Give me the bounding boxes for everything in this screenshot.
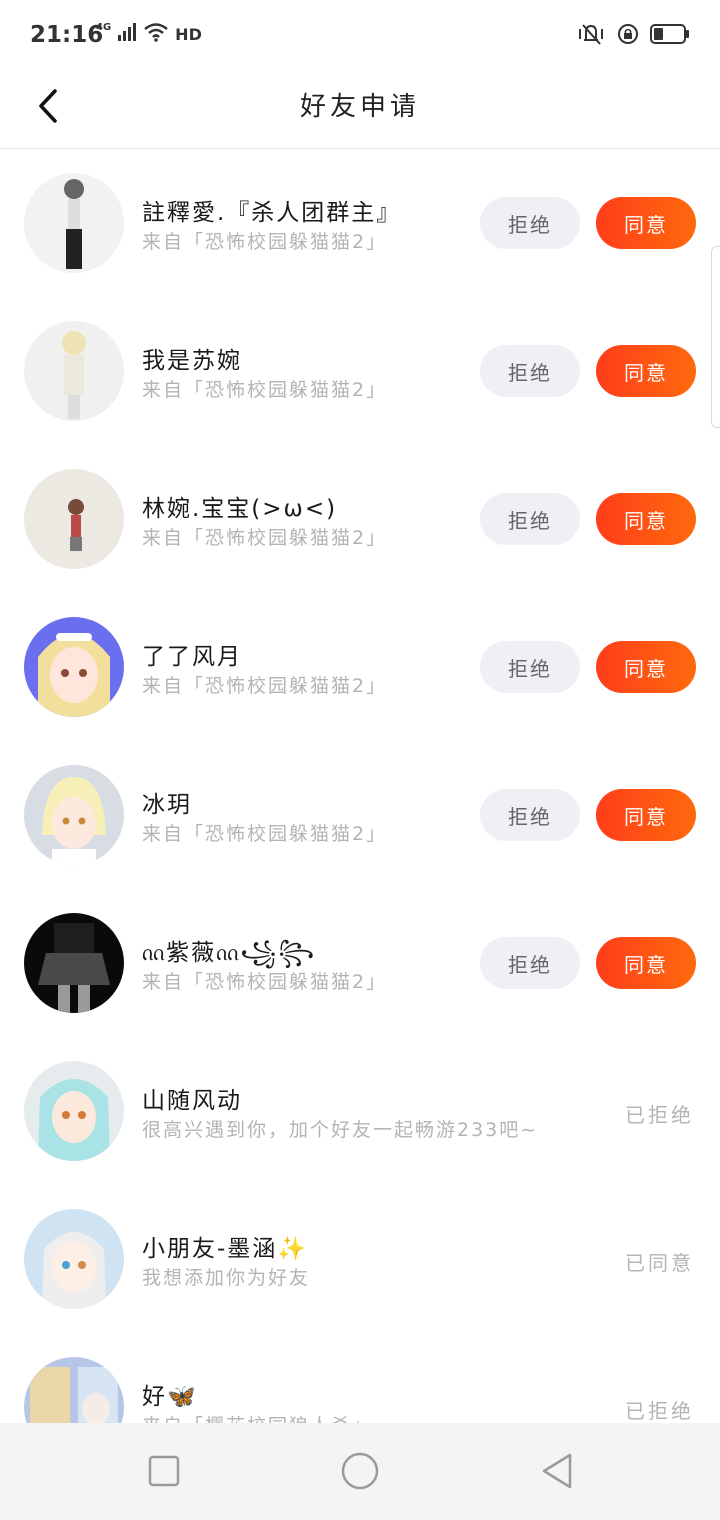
recent-apps-icon [147, 1454, 181, 1492]
friend-request-row: 山随风动 很高兴遇到你，加个好友一起畅游233吧~ 已拒绝 [0, 1037, 720, 1185]
avatar[interactable] [24, 617, 124, 717]
avatar[interactable] [24, 1209, 124, 1309]
requester-name: 好🦋 [142, 1384, 198, 1410]
friend-request-row: 林婉.宝宝(>ω<) 来自「恐怖校园躲猫猫2」 拒绝 同意 [0, 445, 720, 593]
request-source: 来自「恐怖校园躲猫猫2」 [142, 527, 388, 549]
home-button[interactable] [338, 1451, 382, 1495]
scroll-handle[interactable] [711, 246, 720, 428]
avatar[interactable] [24, 1061, 124, 1161]
reject-button[interactable]: 拒绝 [480, 641, 580, 693]
friend-request-row: 好🦋 来自「樱花校园狼人杀」 已拒绝 [0, 1333, 720, 1423]
request-source: 来自「恐怖校园躲猫猫2」 [142, 971, 388, 993]
requester-name: 註釋愛.『杀人团群主』 [142, 200, 402, 226]
accept-button[interactable]: 同意 [596, 345, 696, 397]
accept-button[interactable]: 同意 [596, 197, 696, 249]
requester-name: 冰玥 [142, 792, 192, 818]
friend-request-row: ᦶ紫薇ᦶ꧁꧂ 来自「恐怖校园躲猫猫2」 拒绝 同意 [0, 889, 720, 1037]
friend-request-row: 我是苏婉 来自「恐怖校园躲猫猫2」 拒绝 同意 [0, 297, 720, 445]
request-source: 来自「恐怖校园躲猫猫2」 [142, 823, 388, 845]
accept-button[interactable]: 同意 [596, 493, 696, 545]
status-time: 21:16 [30, 22, 104, 48]
system-nav-bar [0, 1423, 720, 1520]
battery-icon [650, 23, 690, 49]
back-triangle-icon [538, 1451, 574, 1495]
recent-apps-button[interactable] [142, 1451, 186, 1495]
avatar[interactable] [24, 913, 124, 1013]
friend-request-row: 冰玥 来自「恐怖校园躲猫猫2」 拒绝 同意 [0, 741, 720, 889]
avatar[interactable] [24, 469, 124, 569]
network-type-label: 4G [96, 21, 112, 33]
request-message: 很高兴遇到你，加个好友一起畅游233吧~ [142, 1119, 539, 1141]
requester-name: 我是苏婉 [142, 348, 242, 374]
friend-request-row: 小朋友-墨涵✨ 我想添加你为好友 已同意 [0, 1185, 720, 1333]
requester-name: 了了风月 [142, 644, 242, 670]
hd-icon: HD [175, 24, 202, 44]
request-status: 已同意 [625, 1251, 694, 1275]
request-source: 来自「恐怖校园躲猫猫2」 [142, 231, 388, 253]
friend-request-list[interactable]: 註釋愛.『杀人团群主』 来自「恐怖校园躲猫猫2」 拒绝 同意 我是苏婉 来自「恐… [0, 149, 720, 1423]
avatar[interactable] [24, 1357, 124, 1423]
home-icon [340, 1451, 380, 1495]
request-message: 我想添加你为好友 [142, 1267, 311, 1289]
page-title: 好友申请 [299, 92, 420, 122]
reject-button[interactable]: 拒绝 [480, 197, 580, 249]
accept-button[interactable]: 同意 [596, 937, 696, 989]
friend-request-row: 了了风月 来自「恐怖校园躲猫猫2」 拒绝 同意 [0, 593, 720, 741]
reject-button[interactable]: 拒绝 [480, 937, 580, 989]
avatar[interactable] [24, 765, 124, 865]
request-source: 来自「樱花校园狼人杀」 [142, 1411, 373, 1423]
request-status: 已拒绝 [625, 1399, 694, 1423]
friend-request-row: 註釋愛.『杀人团群主』 来自「恐怖校园躲猫猫2」 拒绝 同意 [0, 149, 720, 297]
header: 好友申请 [0, 72, 720, 149]
wifi-icon [143, 22, 169, 46]
reject-button[interactable]: 拒绝 [480, 493, 580, 545]
accept-button[interactable]: 同意 [596, 641, 696, 693]
requester-name: 林婉.宝宝(>ω<) [142, 496, 338, 522]
signal-icon [117, 22, 137, 46]
reject-button[interactable]: 拒绝 [480, 789, 580, 841]
back-nav-button[interactable] [534, 1451, 578, 1495]
rotation-lock-icon [616, 22, 640, 50]
request-source: 来自「恐怖校园躲猫猫2」 [142, 675, 388, 697]
accept-button[interactable]: 同意 [596, 789, 696, 841]
request-status: 已拒绝 [625, 1103, 694, 1127]
avatar[interactable] [24, 173, 124, 273]
avatar[interactable] [24, 321, 124, 421]
vibrate-icon [576, 22, 606, 50]
requester-name: 山随风动 [142, 1088, 242, 1114]
reject-button[interactable]: 拒绝 [480, 345, 580, 397]
request-source: 来自「恐怖校园躲猫猫2」 [142, 379, 388, 401]
requester-name: 小朋友-墨涵✨ [142, 1236, 308, 1262]
status-bar: 21:16 4G HD [0, 0, 720, 72]
